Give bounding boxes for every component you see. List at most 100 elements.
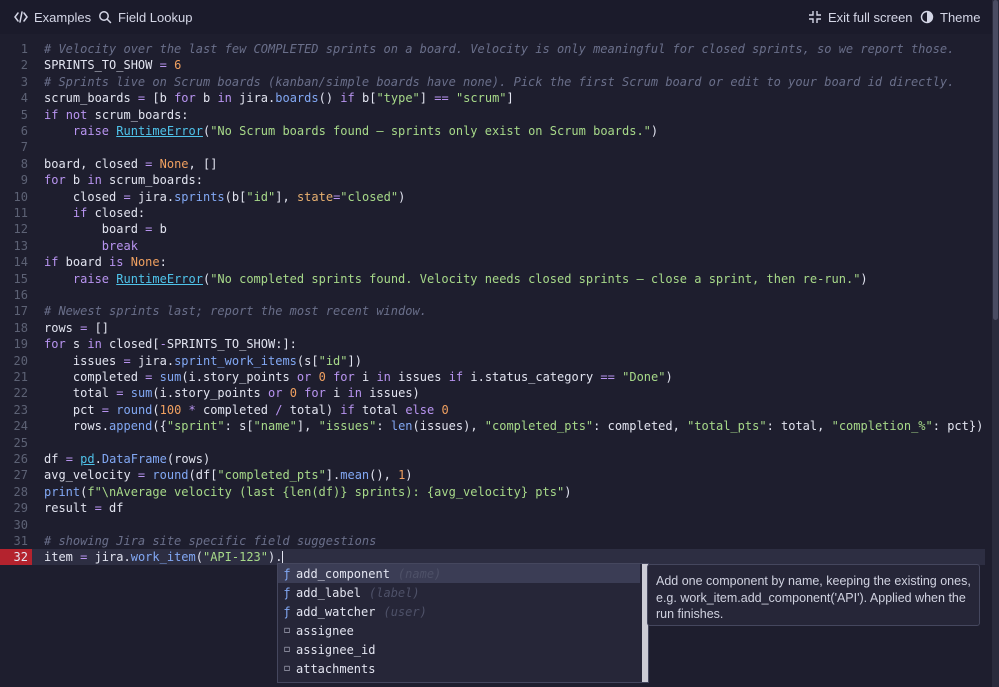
- code-text[interactable]: if not scrum_boards:: [44, 107, 189, 123]
- code-line[interactable]: 13 break: [0, 238, 985, 254]
- line-number: 23: [13, 402, 28, 417]
- theme-label: Theme: [940, 9, 981, 25]
- code-text[interactable]: # Sprints live on Scrum boards (kanban/s…: [44, 74, 954, 90]
- code-line[interactable]: 8 board, closed = None, []: [0, 156, 985, 172]
- code-text[interactable]: if closed:: [44, 205, 145, 221]
- code-line[interactable]: 1 # Velocity over the last few COMPLETED …: [0, 41, 985, 57]
- code-text[interactable]: board = b: [44, 221, 167, 237]
- code-line[interactable]: 31 # showing Jira site specific field sug…: [0, 533, 985, 549]
- code-text[interactable]: pct = round(100 * completed / total) if …: [44, 402, 449, 418]
- code-line[interactable]: 21 completed = sum(i.story_points or 0 f…: [0, 369, 985, 385]
- autocomplete-item-label: add_label: [296, 585, 362, 600]
- code-text[interactable]: print(f"\nAverage velocity (last {len(df…: [44, 484, 571, 500]
- code-text[interactable]: board, closed = None, []: [44, 156, 217, 172]
- code-text[interactable]: # showing Jira site specific field sugge…: [44, 533, 376, 549]
- examples-button[interactable]: Examples: [14, 0, 91, 34]
- code-line[interactable]: 24 rows.append({"sprint": s["name"], "is…: [0, 418, 985, 434]
- autocomplete-item-add-component[interactable]: ƒ add_component (name): [278, 564, 640, 583]
- code-line[interactable]: 30: [0, 517, 985, 533]
- line-number: 4: [20, 91, 28, 106]
- line-number: 18: [13, 320, 28, 335]
- code-text[interactable]: raise RuntimeError("No completed sprints…: [44, 271, 868, 287]
- code-text[interactable]: raise RuntimeError("No Scrum boards foun…: [44, 123, 658, 139]
- autocomplete-item-attachments[interactable]: ◻ attachments: [278, 659, 640, 678]
- code-line[interactable]: 19 for s in closed[-SPRINTS_TO_SHOW:]:: [0, 336, 985, 352]
- field-lookup-button[interactable]: Field Lookup: [98, 0, 192, 34]
- code-line[interactable]: 29 result = df: [0, 500, 985, 516]
- code-line[interactable]: 27 avg_velocity = round(df["completed_pts…: [0, 467, 985, 483]
- code-line[interactable]: 10 closed = jira.sprints(b["id"], state=…: [0, 189, 985, 205]
- code-line[interactable]: 26 df = pd.DataFrame(rows): [0, 451, 985, 467]
- autocomplete-item-label: assignee_id: [296, 642, 376, 657]
- code-line[interactable]: 2 SPRINTS_TO_SHOW = 6: [0, 57, 985, 73]
- theme-button[interactable]: Theme: [920, 0, 980, 34]
- code-text[interactable]: item = jira.work_item("API-123").: [44, 549, 284, 565]
- code-text[interactable]: total = sum(i.story_points or 0 for i in…: [44, 385, 420, 401]
- code-line[interactable]: 6 raise RuntimeError("No Scrum boards fo…: [0, 123, 985, 139]
- code-line[interactable]: 14 if board is None:: [0, 254, 985, 270]
- code-line[interactable]: 16: [0, 287, 985, 303]
- autocomplete-doc-text: Add one component by name, keeping the e…: [656, 574, 971, 621]
- autocomplete-item-signature: (name): [397, 566, 442, 581]
- code-line[interactable]: 25: [0, 435, 985, 451]
- line-number: 27: [13, 468, 28, 483]
- line-number: 24: [13, 419, 28, 434]
- code-line[interactable]: 7: [0, 139, 985, 155]
- code-text[interactable]: issues = jira.sprint_work_items(s["id"]): [44, 353, 362, 369]
- code-line[interactable]: 18 rows = []: [0, 320, 985, 336]
- code-line[interactable]: 15 raise RuntimeError("No completed spri…: [0, 271, 985, 287]
- autocomplete-item-label: attachments: [296, 661, 376, 676]
- code-text[interactable]: scrum_boards = [b for b in jira.boards()…: [44, 90, 514, 106]
- line-number: 22: [13, 386, 28, 401]
- function-icon: ƒ: [283, 585, 291, 600]
- property-icon: ◻: [283, 644, 291, 655]
- line-number: 13: [13, 238, 28, 253]
- code-text[interactable]: # Velocity over the last few COMPLETED s…: [44, 41, 954, 57]
- line-number: 12: [13, 222, 28, 237]
- code-text[interactable]: SPRINTS_TO_SHOW = 6: [44, 57, 181, 73]
- code-line[interactable]: 23 pct = round(100 * completed / total) …: [0, 402, 985, 418]
- exit-fullscreen-icon: [809, 11, 821, 23]
- line-number: 19: [13, 337, 28, 352]
- code-text[interactable]: rows.append({"sprint": s["name"], "issue…: [44, 418, 983, 434]
- editor-scrollbar-thumb[interactable]: [993, 0, 998, 320]
- autocomplete-item-label: add_component: [296, 566, 390, 581]
- autocomplete-item-assignee[interactable]: ◻ assignee: [278, 621, 640, 640]
- code-text[interactable]: df = pd.DataFrame(rows): [44, 451, 210, 467]
- code-line[interactable]: 4 scrum_boards = [b for b in jira.boards(…: [0, 90, 985, 106]
- code-text[interactable]: avg_velocity = round(df["completed_pts"]…: [44, 467, 413, 483]
- code-text[interactable]: break: [44, 238, 138, 254]
- code-line[interactable]: 9 for b in scrum_boards:: [0, 172, 985, 188]
- code-text[interactable]: result = df: [44, 500, 124, 516]
- code-text[interactable]: rows = []: [44, 320, 109, 336]
- code-line[interactable]: 17 # Newest sprints last; report the most…: [0, 303, 985, 319]
- code-line[interactable]: 11 if closed:: [0, 205, 985, 221]
- code-text[interactable]: # Newest sprints last; report the most r…: [44, 303, 427, 319]
- code-line[interactable]: 5 if not scrum_boards:: [0, 107, 985, 123]
- exit-fullscreen-button[interactable]: Exit full screen: [808, 0, 913, 34]
- function-icon: ƒ: [283, 604, 291, 619]
- code-text[interactable]: completed = sum(i.story_points or 0 for …: [44, 369, 673, 385]
- code-text[interactable]: closed = jira.sprints(b["id"], state="cl…: [44, 189, 405, 205]
- line-number: 5: [20, 107, 28, 122]
- code-line[interactable]: 22 total = sum(i.story_points or 0 for i…: [0, 385, 985, 401]
- code-text[interactable]: if board is None:: [44, 254, 167, 270]
- line-number: 32: [0, 549, 32, 566]
- code-line[interactable]: 12 board = b: [0, 221, 985, 237]
- line-number: 25: [13, 435, 28, 450]
- autocomplete-item-assignee-id[interactable]: ◻ assignee_id: [278, 640, 640, 659]
- autocomplete-item-add-watcher[interactable]: ƒ add_watcher (user): [278, 602, 640, 621]
- line-number: 16: [13, 288, 28, 302]
- code-line[interactable]: 3 # Sprints live on Scrum boards (kanban/…: [0, 74, 985, 90]
- code-line[interactable]: 28 print(f"\nAverage velocity (last {len(…: [0, 484, 985, 500]
- code-text[interactable]: for s in closed[-SPRINTS_TO_SHOW:]:: [44, 336, 297, 352]
- editor-scrollbar[interactable]: [992, 0, 999, 687]
- exit-fullscreen-label: Exit full screen: [828, 9, 913, 25]
- code-text[interactable]: for b in scrum_boards:: [44, 172, 203, 188]
- line-number: 7: [20, 140, 28, 155]
- line-number: 20: [13, 353, 28, 368]
- line-number: 17: [13, 304, 28, 319]
- code-line[interactable]: 20 issues = jira.sprint_work_items(s["id…: [0, 353, 985, 369]
- line-number: 1: [20, 42, 28, 56]
- autocomplete-item-add-label[interactable]: ƒ add_label (label): [278, 583, 640, 602]
